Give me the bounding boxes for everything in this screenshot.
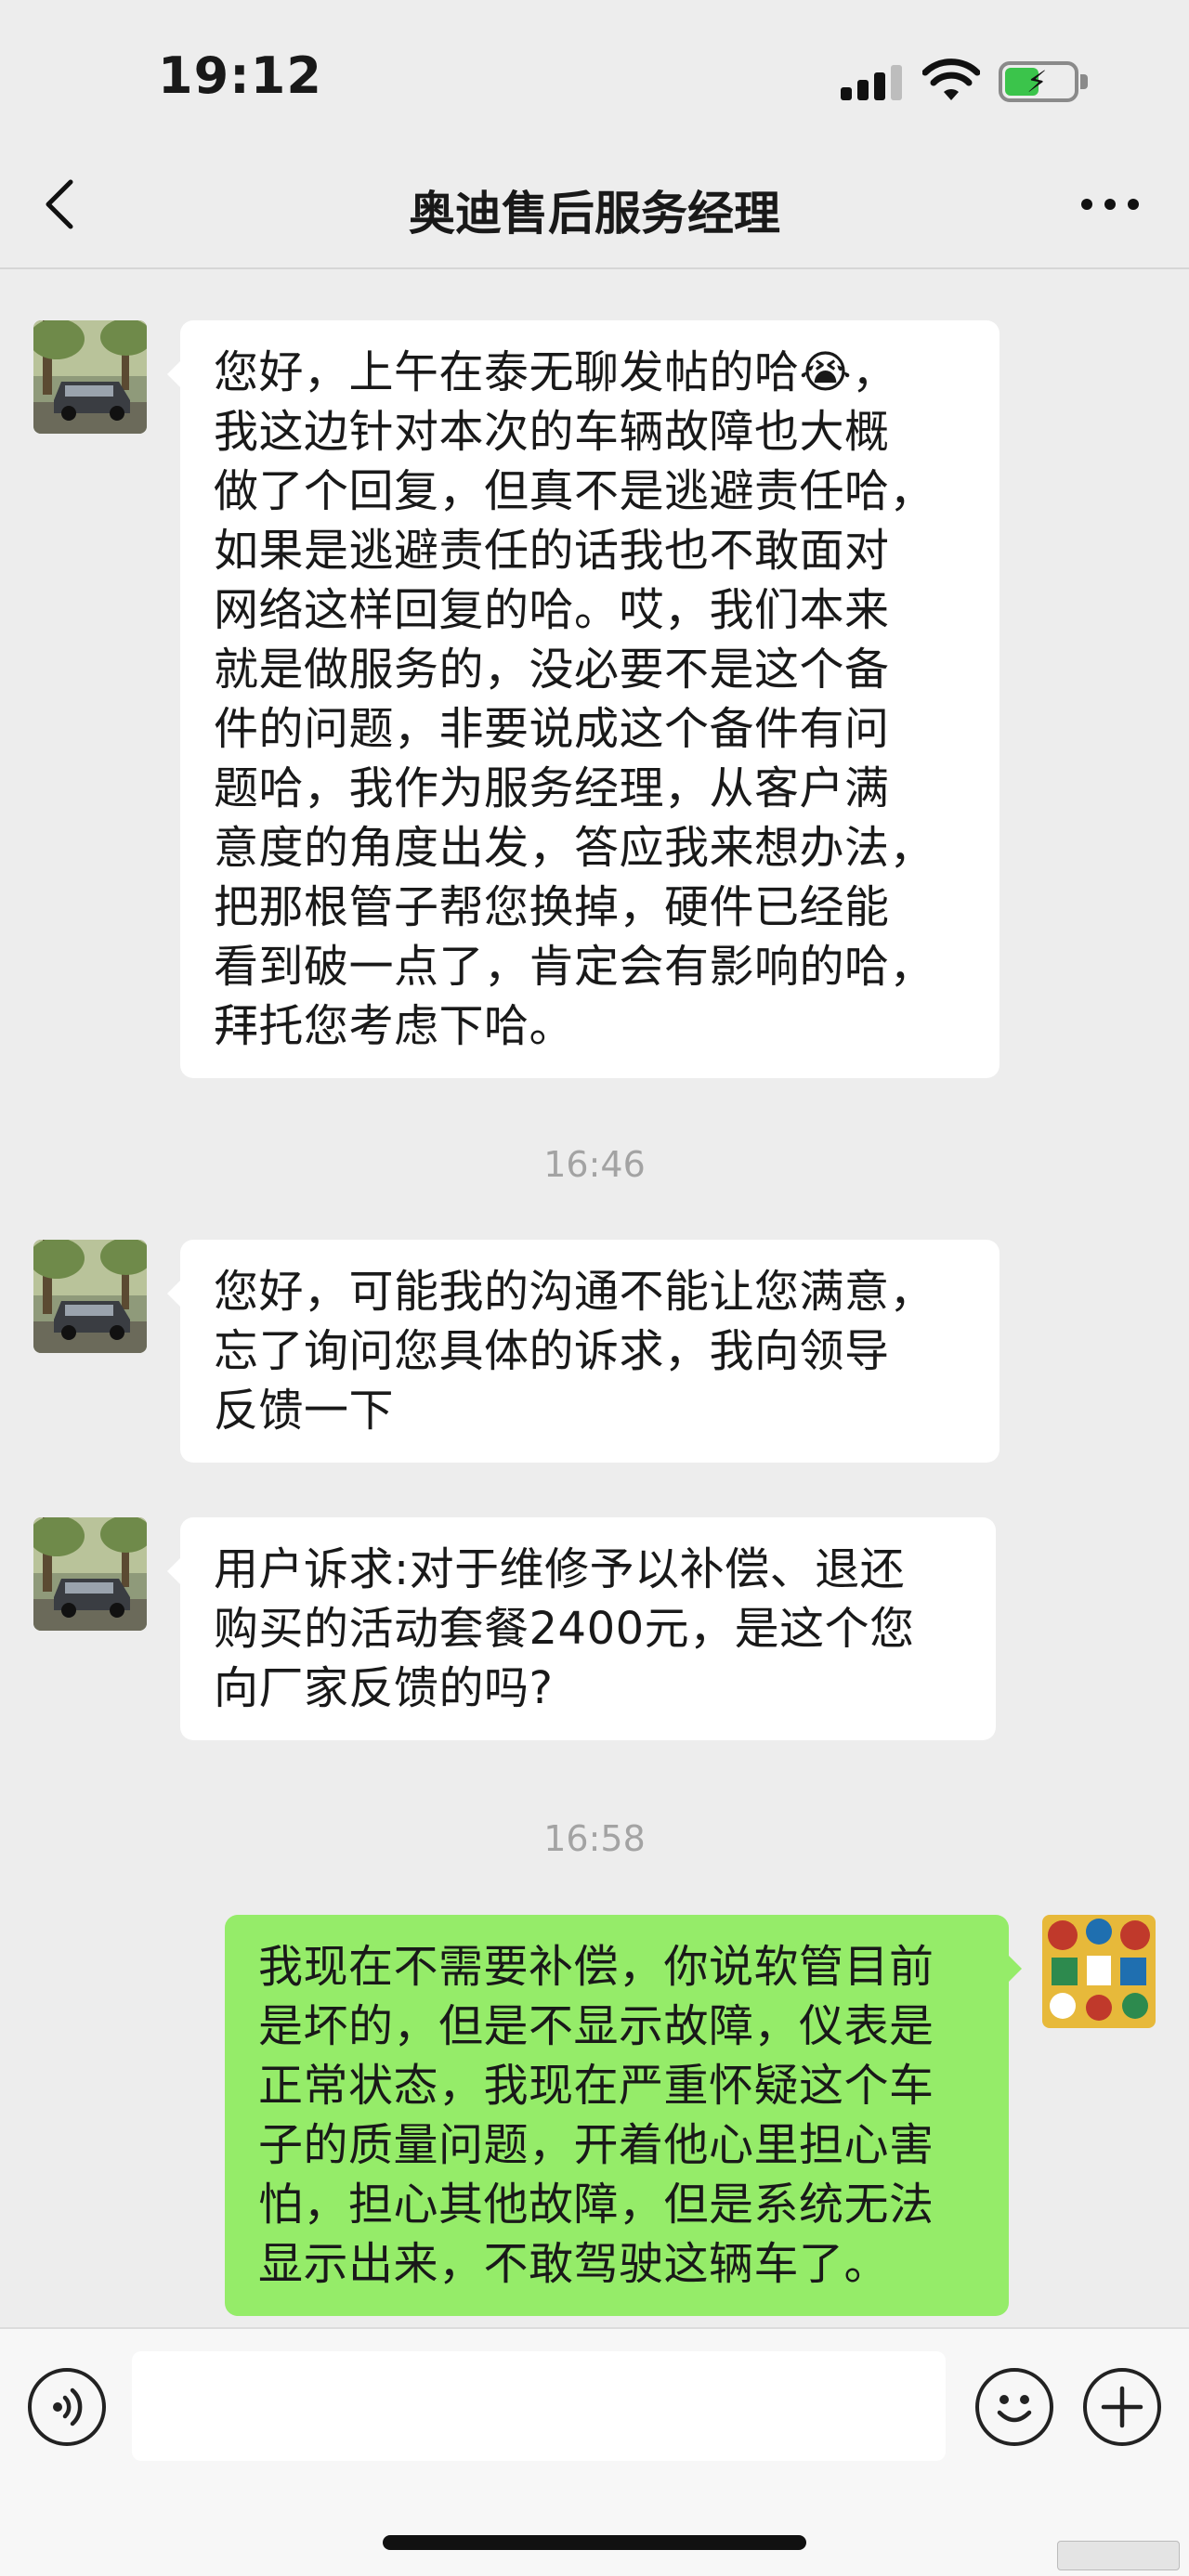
status-time: 19:12 — [158, 46, 322, 105]
chat-header: 奥迪售后服务经理 — [0, 139, 1189, 269]
timestamp: 16:58 — [543, 1818, 646, 1859]
outgoing-message-bubble[interactable]: 我现在不需要补偿，你说软管目前 是坏的，但是不显示故障，仪表是 正常状态，我现在… — [225, 1915, 1022, 2316]
more-dots-icon[interactable] — [1078, 195, 1143, 214]
contact-avatar[interactable] — [33, 320, 147, 434]
wifi-icon — [922, 59, 980, 100]
incoming-message-bubble[interactable]: 用户诉求:对于维修予以补偿、退还 购买的活动套餐2400元，是这个您 向厂家反馈… — [167, 1517, 996, 1740]
message-input-bar — [0, 2327, 1189, 2576]
voice-icon[interactable] — [28, 2368, 106, 2446]
watermark-logo — [1057, 2541, 1180, 2570]
home-indicator — [383, 2535, 806, 2550]
timestamp: 16:46 — [543, 1144, 646, 1185]
status-bar: 19:12 ⚡ — [0, 0, 1189, 139]
contact-avatar[interactable] — [33, 1240, 147, 1353]
battery-icon: ⚡ — [999, 61, 1088, 102]
contact-avatar[interactable] — [33, 1517, 147, 1631]
incoming-message-bubble[interactable]: 您好，上午在泰无聊发帖的哈😭， 我这边针对本次的车辆故障也大概 做了个回复，但真… — [167, 320, 1000, 1078]
message-input[interactable] — [132, 2351, 946, 2461]
signal-icon — [841, 65, 906, 100]
chat-title: 奥迪售后服务经理 — [409, 187, 780, 241]
my-avatar[interactable] — [1042, 1915, 1156, 2028]
plus-icon[interactable] — [1083, 2368, 1161, 2446]
incoming-message-bubble[interactable]: 您好，可能我的沟通不能让您满意， 忘了询问您具体的诉求，我向领导 反馈一下 — [167, 1240, 1000, 1463]
emoji-icon[interactable] — [975, 2368, 1053, 2446]
